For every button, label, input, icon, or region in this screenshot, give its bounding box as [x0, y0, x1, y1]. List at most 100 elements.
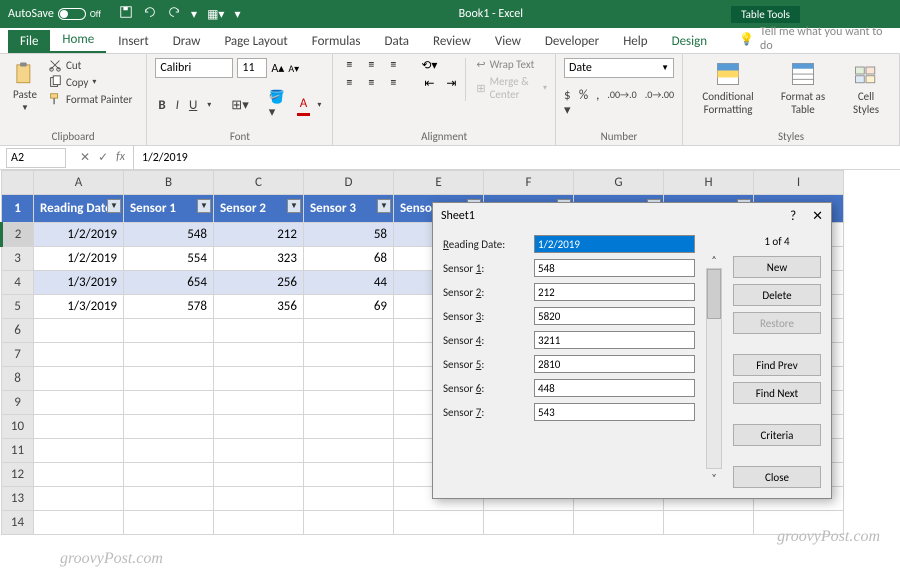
row-header[interactable]: 3 — [2, 247, 34, 271]
cell[interactable]: 44 — [304, 271, 394, 295]
cell[interactable] — [124, 439, 214, 463]
criteria-button[interactable]: Criteria — [733, 424, 821, 446]
filter-dropdown-icon[interactable]: ▼ — [197, 199, 211, 213]
cell[interactable]: 256 — [214, 271, 304, 295]
column-header[interactable]: H — [664, 171, 754, 195]
row-header[interactable]: 13 — [2, 487, 34, 511]
cell[interactable]: 68 — [304, 247, 394, 271]
increase-decimal-icon[interactable]: .00→.0 — [607, 88, 636, 118]
cell[interactable] — [124, 463, 214, 487]
column-header[interactable]: E — [394, 171, 484, 195]
decrease-decimal-icon[interactable]: .0→.00 — [645, 88, 674, 118]
help-icon[interactable]: ? — [790, 209, 796, 224]
row-header[interactable]: 10 — [2, 415, 34, 439]
cell[interactable] — [304, 367, 394, 391]
align-top-icon[interactable]: ≡ — [341, 58, 357, 72]
font-name-combo[interactable] — [155, 58, 233, 78]
cell[interactable] — [574, 511, 664, 535]
column-header[interactable]: B — [124, 171, 214, 195]
cell[interactable]: 1/2/2019 — [34, 247, 124, 271]
column-header[interactable]: G — [574, 171, 664, 195]
align-right-icon[interactable]: ≡ — [385, 76, 401, 90]
formula-input[interactable]: 1/2/2019 — [133, 146, 900, 169]
column-header[interactable]: C — [214, 171, 304, 195]
find-next-button[interactable]: Find Next — [733, 382, 821, 404]
tab-review[interactable]: Review — [421, 30, 483, 53]
cell[interactable] — [304, 511, 394, 535]
increase-font-icon[interactable]: A▴ — [271, 61, 284, 76]
fx-icon[interactable]: fx — [116, 150, 125, 165]
cell-styles-button[interactable]: Cell Styles — [841, 58, 891, 118]
table-header-cell[interactable]: Sensor 2▼ — [214, 195, 304, 223]
orientation-icon[interactable]: ⟲▾ — [421, 58, 437, 72]
row-header[interactable]: 4 — [2, 271, 34, 295]
filter-dropdown-icon[interactable]: ▼ — [377, 199, 391, 213]
select-all-corner[interactable] — [2, 171, 34, 195]
redo-icon[interactable] — [167, 5, 181, 23]
cancel-icon[interactable]: ✕ — [80, 150, 90, 165]
wrap-text-button[interactable]: ↩Wrap Text — [476, 58, 547, 71]
qat-icon[interactable]: ▾ — [191, 7, 197, 22]
cell[interactable]: 323 — [214, 247, 304, 271]
cell[interactable] — [34, 487, 124, 511]
cell[interactable] — [214, 511, 304, 535]
form-field-input[interactable] — [534, 331, 695, 349]
cell[interactable]: 212 — [214, 223, 304, 247]
delete-button[interactable]: Delete — [733, 284, 821, 306]
name-box[interactable]: A2 — [6, 148, 66, 168]
table-header-cell[interactable]: Sensor 3▼ — [304, 195, 394, 223]
cell[interactable] — [124, 367, 214, 391]
save-icon[interactable] — [119, 5, 133, 23]
cell[interactable] — [304, 319, 394, 343]
filter-dropdown-icon[interactable]: ▼ — [287, 199, 301, 213]
cut-button[interactable]: Cut — [48, 58, 132, 72]
row-header[interactable]: 2 — [2, 223, 34, 247]
column-header[interactable]: F — [484, 171, 574, 195]
conditional-formatting-button[interactable]: Conditional Formatting — [691, 58, 765, 118]
column-header[interactable]: A — [34, 171, 124, 195]
autosave-toggle[interactable]: AutoSave Off — [0, 7, 109, 21]
merge-center-button[interactable]: ⊞Merge & Center ▾ — [476, 75, 547, 101]
cell[interactable] — [214, 463, 304, 487]
cell[interactable] — [304, 487, 394, 511]
tab-file[interactable]: File — [8, 30, 50, 53]
cell[interactable] — [394, 511, 484, 535]
form-field-input[interactable] — [534, 259, 695, 277]
cell[interactable] — [304, 463, 394, 487]
restore-button[interactable]: Restore — [733, 312, 821, 334]
cell[interactable] — [304, 439, 394, 463]
underline-button[interactable]: U — [186, 96, 200, 115]
cell[interactable]: 58 — [304, 223, 394, 247]
form-field-input[interactable] — [534, 379, 695, 397]
tab-insert[interactable]: Insert — [106, 30, 161, 53]
copy-button[interactable]: Copy ▾ — [48, 75, 132, 89]
cell[interactable] — [214, 415, 304, 439]
row-header[interactable]: 7 — [2, 343, 34, 367]
cell[interactable]: 1/3/2019 — [34, 271, 124, 295]
decrease-indent-icon[interactable]: ⇤ — [421, 76, 437, 90]
cell[interactable]: 356 — [214, 295, 304, 319]
cell[interactable] — [34, 343, 124, 367]
cell[interactable] — [124, 343, 214, 367]
cell[interactable] — [124, 415, 214, 439]
paste-button[interactable]: Paste ▼ — [8, 58, 42, 115]
increase-indent-icon[interactable]: ⇥ — [443, 76, 459, 90]
tab-view[interactable]: View — [483, 30, 533, 53]
row-header[interactable]: 9 — [2, 391, 34, 415]
close-icon[interactable]: ✕ — [812, 209, 823, 224]
cell[interactable] — [34, 367, 124, 391]
form-field-input[interactable] — [534, 235, 695, 253]
cell[interactable] — [34, 319, 124, 343]
row-header[interactable]: 11 — [2, 439, 34, 463]
form-field-input[interactable] — [534, 283, 695, 301]
border-button[interactable]: ⊞▾ — [228, 96, 251, 115]
row-header[interactable]: 14 — [2, 511, 34, 535]
row-header[interactable]: 6 — [2, 319, 34, 343]
qat-icon[interactable]: ▾ — [234, 7, 240, 22]
bold-button[interactable]: B — [155, 96, 168, 115]
format-as-table-button[interactable]: Format as Table — [771, 58, 835, 118]
align-middle-icon[interactable]: ≡ — [363, 58, 379, 72]
cell[interactable] — [214, 319, 304, 343]
italic-button[interactable]: I — [173, 96, 182, 115]
fill-color-button[interactable]: 🪣▾ — [266, 88, 293, 122]
